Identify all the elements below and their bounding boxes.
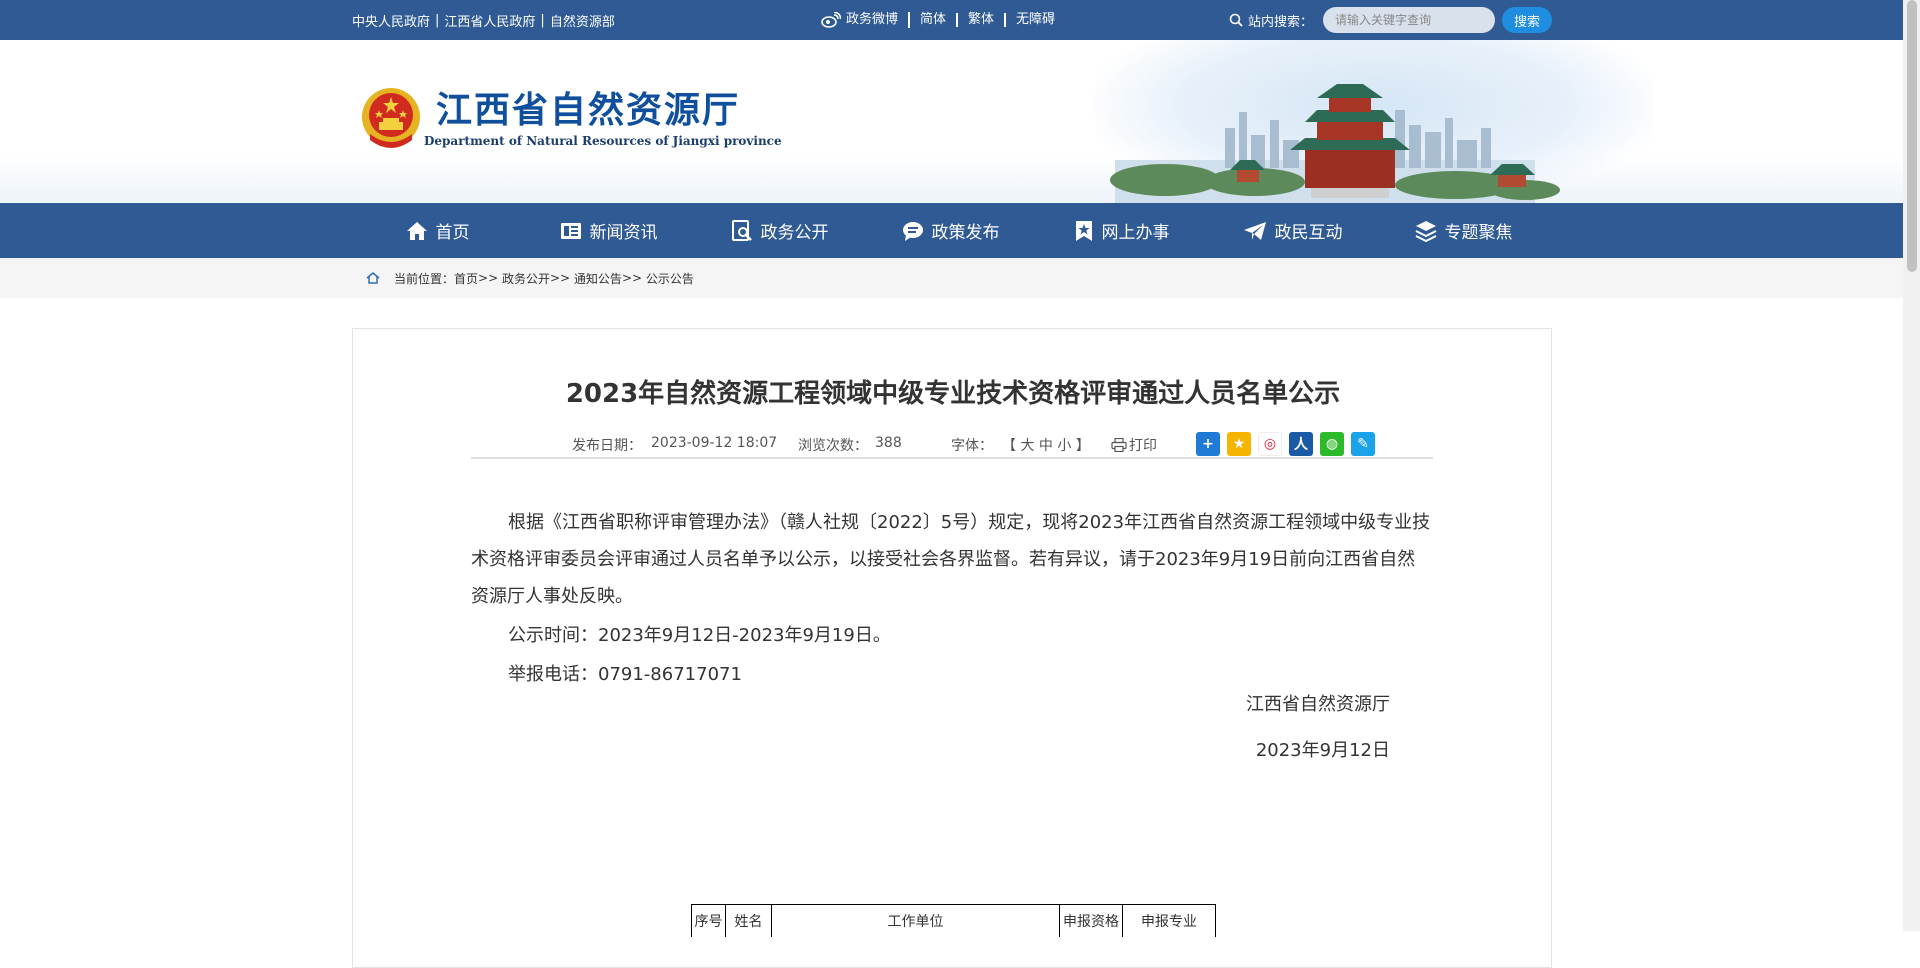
table-header-cell: 工作单位: [771, 904, 1060, 937]
article-meta: 发布日期： 2023-09-12 18:07 浏览次数： 388 字体： 【 大…: [471, 432, 1433, 459]
divider: |: [435, 12, 440, 28]
interaction-icon: [1243, 221, 1266, 240]
breadcrumb-open-gov[interactable]: 政务公开: [502, 270, 550, 287]
font-medium-button[interactable]: 中: [1039, 438, 1053, 454]
site-header: 江西省自然资源厅 Department of Natural Resources…: [0, 40, 1920, 203]
share-more-icon[interactable]: +: [1196, 432, 1220, 456]
breadcrumb-home[interactable]: 首页: [454, 270, 478, 287]
table-header-cell: 申报专业: [1122, 904, 1216, 937]
nav-open-gov-label: 政务公开: [760, 223, 829, 243]
share-buttons: + ★ ◎ 人 ◍ ✎: [1196, 432, 1382, 456]
breadcrumb-sep: >>: [621, 271, 646, 285]
open-gov-icon: [731, 219, 752, 241]
breadcrumb: 当前位置： 首页 >> 政务公开 >> 通知公告 >> 公示公告: [0, 258, 1920, 298]
article-card: 2023年自然资源工程领域中级专业技术资格评审通过人员名单公示 发布日期： 20…: [352, 328, 1552, 968]
nav-news[interactable]: 新闻资讯: [523, 203, 694, 258]
wechat-icon[interactable]: ◍: [1320, 432, 1344, 456]
table-header-cell: 序号: [691, 904, 726, 937]
weibo-label: 政务微博: [846, 12, 899, 27]
page-scrollbar[interactable]: [1903, 0, 1920, 931]
search-label: 站内搜索：: [1247, 14, 1313, 30]
table-header-cell: 姓名: [725, 904, 772, 937]
gov-links: 中央人民政府 | 江西省人民政府 | 自然资源部: [352, 11, 615, 30]
article-body: 根据《江西省职称评审管理办法》（赣人社规〔2022〕5号）规定，现将2023年江…: [471, 504, 1433, 693]
article-paragraph: 根据《江西省职称评审管理办法》（赣人社规〔2022〕5号）规定，现将2023年江…: [471, 512, 1431, 607]
top-bar: 中央人民政府 | 江西省人民政府 | 自然资源部 政务微博 简体 繁体 无障碍: [0, 0, 1920, 40]
nav-interaction-label: 政民互动: [1274, 223, 1343, 243]
tqq-icon[interactable]: ✎: [1351, 432, 1375, 456]
nav-service[interactable]: 网上办事: [1036, 203, 1207, 258]
site-search: 站内搜索： 搜索: [1229, 0, 1552, 40]
article-title: 2023年自然资源工程领域中级专业技术资格评审通过人员名单公示: [565, 379, 1341, 409]
search-input[interactable]: [1323, 7, 1495, 33]
print-button[interactable]: 打印: [1111, 435, 1157, 455]
weibo-link[interactable]: 政务微博: [821, 12, 911, 28]
font-small-button[interactable]: 小: [1057, 438, 1071, 454]
table-header-row: 序号 姓名 工作单位 申报资格 申报专业: [691, 904, 1216, 937]
site-title: 江西省自然资源厅: [436, 89, 741, 131]
font-bracket-close: 】: [1075, 438, 1090, 454]
nav-policy-label: 政策发布: [931, 223, 1000, 243]
home-icon: [366, 272, 380, 284]
link-central-gov[interactable]: 中央人民政府: [352, 11, 430, 30]
print-label: 打印: [1129, 438, 1157, 454]
signature-org: 江西省自然资源厅: [1246, 694, 1390, 715]
link-jiangxi-gov[interactable]: 江西省人民政府: [444, 11, 535, 30]
site-logo[interactable]: 江西省自然资源厅 Department of Natural Resources…: [360, 86, 782, 152]
main-nav: 首页 新闻资讯 政务公开 政策发布 网上办事 政民互动 专题聚焦: [0, 203, 1920, 258]
font-bracket-open: 【: [1002, 438, 1016, 454]
header-skyline-image: [1095, 40, 1655, 203]
topics-icon: [1415, 220, 1436, 242]
traditional-link[interactable]: 繁体: [958, 13, 1007, 27]
breadcrumb-sep: >>: [478, 271, 502, 285]
site-subtitle: Department of Natural Resources of Jiang…: [424, 134, 782, 148]
breadcrumb-prefix: 当前位置：: [394, 271, 455, 286]
service-icon: [1075, 220, 1092, 241]
qzone-icon[interactable]: ★: [1227, 432, 1251, 456]
printer-icon: [1111, 438, 1127, 452]
signature-date: 2023年9月12日: [1255, 740, 1390, 761]
policy-icon: [902, 221, 923, 241]
nav-interaction[interactable]: 政民互动: [1207, 203, 1378, 258]
divider: |: [540, 12, 545, 28]
breadcrumb-notices[interactable]: 通知公告: [574, 270, 622, 287]
table-header-cell: 申报资格: [1059, 904, 1123, 937]
home-icon: [406, 221, 427, 240]
weibo-share-icon[interactable]: ◎: [1258, 432, 1282, 456]
results-table: 序号 姓名 工作单位 申报资格 申报专业: [691, 904, 1216, 937]
nav-home-label: 首页: [435, 223, 470, 243]
publicity-period: 公示时间：2023年9月12日-2023年9月19日。: [508, 625, 891, 646]
nav-service-label: 网上办事: [1101, 223, 1170, 243]
national-emblem-icon: [362, 88, 420, 148]
date-label: 发布日期：: [572, 438, 642, 454]
view-count: 388: [875, 435, 902, 451]
news-icon: [560, 222, 581, 239]
accessibility-link[interactable]: 无障碍: [1006, 13, 1065, 27]
search-button[interactable]: 搜索: [1502, 7, 1552, 33]
top-tools: 政务微博 简体 繁体 无障碍: [821, 0, 1065, 40]
font-size-controls: 【 大 中 小 】: [1002, 435, 1090, 455]
simplified-link[interactable]: 简体: [910, 13, 959, 27]
publish-date: 2023-09-12 18:07: [651, 435, 778, 451]
font-large-button[interactable]: 大: [1020, 438, 1034, 454]
views-label: 浏览次数：: [798, 438, 868, 454]
link-mnr[interactable]: 自然资源部: [550, 11, 615, 30]
weibo-icon: [821, 12, 841, 28]
renren-icon[interactable]: 人: [1289, 432, 1313, 456]
report-phone: 举报电话：0791-86717071: [508, 664, 742, 685]
nav-policy[interactable]: 政策发布: [865, 203, 1036, 258]
nav-open-gov[interactable]: 政务公开: [694, 203, 865, 258]
font-size-label: 字体：: [951, 438, 993, 454]
nav-home[interactable]: 首页: [352, 203, 523, 258]
nav-news-label: 新闻资讯: [589, 223, 658, 243]
breadcrumb-sep: >>: [549, 271, 574, 285]
nav-topics-label: 专题聚焦: [1444, 223, 1513, 243]
breadcrumb-announcements[interactable]: 公示公告: [646, 270, 694, 287]
scrollbar-thumb[interactable]: [1907, 0, 1917, 272]
search-icon: [1229, 13, 1243, 27]
nav-topics[interactable]: 专题聚焦: [1378, 203, 1549, 258]
